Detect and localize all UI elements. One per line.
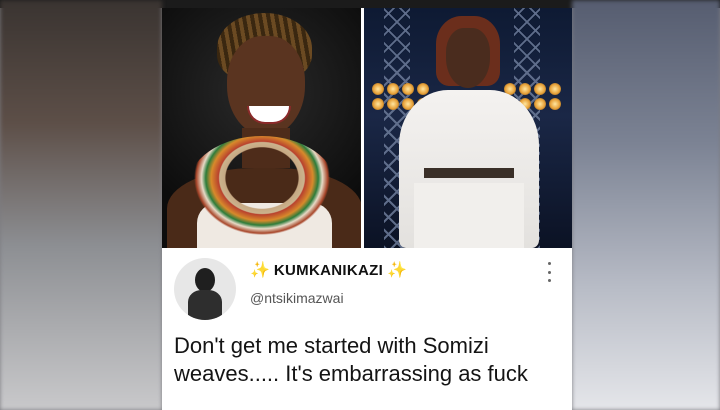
blurred-background-right bbox=[572, 0, 720, 410]
avatar-body bbox=[188, 290, 222, 320]
photo-man-stage bbox=[363, 8, 572, 248]
photo-collage bbox=[162, 8, 572, 248]
more-vertical-icon[interactable] bbox=[546, 262, 552, 282]
tweet-text: Don't get me started with Somizi weaves.… bbox=[174, 333, 528, 386]
sparkles-icon: ✨ bbox=[387, 261, 407, 279]
user-handle[interactable]: @ntsikimazwai bbox=[250, 290, 344, 306]
sparkles-icon: ✨ bbox=[250, 261, 270, 279]
blurred-background-left bbox=[0, 0, 162, 410]
tweet: ✨ KUMKANIKAZI ✨ @ntsikimazwai Don't get … bbox=[162, 248, 572, 410]
post-card: ✨ KUMKANIKAZI ✨ @ntsikimazwai Don't get … bbox=[162, 8, 572, 410]
beaded-necklace bbox=[187, 136, 337, 241]
photo-woman-smiling bbox=[162, 8, 361, 248]
face bbox=[445, 28, 490, 88]
avatar-head bbox=[195, 268, 215, 292]
white-pants bbox=[413, 183, 524, 248]
display-name-row[interactable]: ✨ KUMKANIKAZI ✨ bbox=[250, 262, 407, 279]
belt bbox=[423, 168, 514, 178]
avatar[interactable] bbox=[174, 258, 236, 320]
display-name: KUMKANIKAZI bbox=[273, 262, 384, 279]
